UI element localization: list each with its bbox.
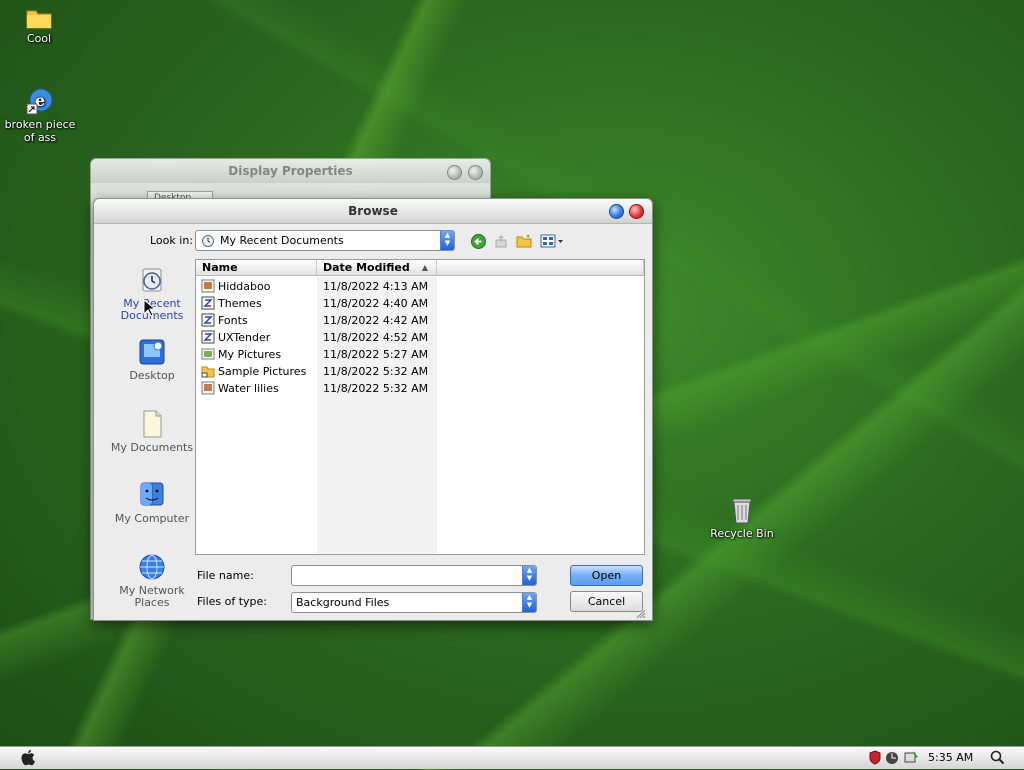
file-name: Sample Pictures [218,365,307,378]
search-icon[interactable] [990,750,1005,768]
shortcut-icon [201,313,215,327]
column-header-name[interactable]: Name [196,260,317,276]
back-icon[interactable] [469,233,487,249]
taskbar: 5:35 AM [0,746,1024,769]
cancel-button[interactable]: Cancel [570,591,643,612]
close-button[interactable] [468,165,483,180]
file-date: 11/8/2022 4:13 AM [323,280,429,293]
window-title: Display Properties [91,159,490,183]
clock[interactable]: 5:35 AM [928,751,973,764]
recycle-bin-icon [730,495,754,525]
look-in-label: Look in: [150,234,193,247]
place-label: My Network Places [119,584,185,609]
new-folder-icon[interactable] [515,233,533,249]
place-my-network-places[interactable]: My Network Places [102,552,202,609]
look-in-value: My Recent Documents [220,234,344,247]
file-name: Hiddaboo [218,280,271,293]
views-menu-icon[interactable] [540,233,564,249]
resize-grip-icon[interactable] [636,609,646,619]
place-label: My Computer [114,512,190,525]
file-date: 11/8/2022 5:32 AM [323,365,429,378]
file-name-input[interactable]: ▲ ▼ [291,565,537,586]
place-desktop[interactable]: Desktop [102,337,202,382]
recent-documents-small-icon [201,234,215,250]
security-shield-icon[interactable] [868,750,882,768]
files-of-type-value: Background Files [296,596,390,609]
dropdown-arrow-icon: ▲ ▼ [522,593,536,612]
desktop-icon-label: Recycle Bin [710,527,774,540]
folder-icon [26,6,52,30]
place-label: My Documents [110,441,194,454]
place-my-computer[interactable]: My Computer [102,480,202,525]
file-list[interactable]: Name Date Modified ▲ Hiddaboo 11/8/2022 … [195,259,645,555]
file-date: 11/8/2022 4:42 AM [323,314,429,327]
shortcut-icon [201,330,215,344]
file-name: Themes [218,297,262,310]
my-documents-icon [137,409,167,439]
browse-dialog[interactable]: Browse Look in: My Recent Documents ▲ ▼ M… [93,198,653,621]
file-name: Fonts [218,314,248,327]
file-date: 11/8/2022 5:27 AM [323,348,429,361]
close-button[interactable] [629,204,644,219]
list-item[interactable]: Sample Pictures 11/8/2022 5:32 AM [196,363,446,380]
dropdown-arrow-icon: ▲ ▼ [522,566,536,585]
minimize-button[interactable] [447,165,462,180]
desktop-icon-recycle-bin[interactable]: Recycle Bin [706,495,778,540]
file-name-label: File name: [197,569,254,582]
place-my-documents[interactable]: My Documents [102,409,202,454]
list-item[interactable]: My Pictures 11/8/2022 5:27 AM [196,346,446,363]
sort-ascending-icon: ▲ [421,263,428,272]
folder-shortcut-icon [201,364,215,378]
look-in-dropdown[interactable]: My Recent Documents ▲ ▼ [195,230,455,251]
desktop-icon [137,337,167,367]
desktop-icon-shortcut[interactable]: e broken piece of ass [4,86,76,144]
column-header-date-modified[interactable]: Date Modified ▲ [317,260,437,276]
dialog-title: Browse [94,199,652,224]
image-shortcut-icon [201,279,215,293]
column-header-empty [437,260,644,276]
list-item[interactable]: Water lilies 11/8/2022 5:32 AM [196,380,446,397]
tray-icon[interactable] [903,750,919,768]
shortcut-icon [201,296,215,310]
file-date: 11/8/2022 4:40 AM [323,297,429,310]
files-of-type-label: Files of type: [197,595,268,608]
file-date: 11/8/2022 4:52 AM [323,331,429,344]
mouse-cursor-icon [143,298,157,320]
internet-explorer-shortcut-icon: e [25,86,55,116]
dropdown-arrow-icon: ▲ ▼ [440,231,454,250]
list-item[interactable]: Hiddaboo 11/8/2022 4:13 AM [196,278,446,295]
apple-menu-icon[interactable] [20,749,36,770]
list-item[interactable]: Themes 11/8/2022 4:40 AM [196,295,446,312]
place-label: Desktop [129,369,175,382]
folder-shortcut-icon [201,347,215,361]
column-header-label: Date Modified [323,261,410,274]
list-item[interactable]: Fonts 11/8/2022 4:42 AM [196,312,446,329]
image-shortcut-icon [201,381,215,395]
file-name: Water lilies [218,382,279,395]
network-places-icon [137,552,167,582]
tray-icon[interactable] [885,750,899,768]
files-of-type-dropdown[interactable]: Background Files ▲ ▼ [291,592,537,613]
open-button[interactable]: Open [570,565,643,586]
desktop-icon-label: broken piece of ass [4,118,76,144]
help-button[interactable] [609,204,624,219]
up-folder-icon[interactable] [492,233,510,249]
recent-documents-icon [137,265,167,295]
file-date: 11/8/2022 5:32 AM [323,382,429,395]
list-item[interactable]: UXTender 11/8/2022 4:52 AM [196,329,446,346]
my-computer-icon [137,480,167,510]
file-name: UXTender [218,331,271,344]
desktop-icon-label: Cool [26,32,52,45]
desktop-icon-cool[interactable]: Cool [14,6,64,45]
file-name: My Pictures [218,348,282,361]
